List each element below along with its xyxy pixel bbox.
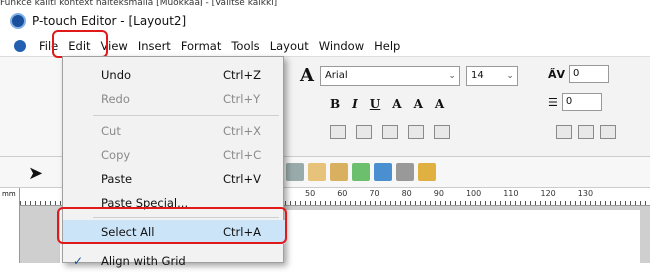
ruler-tick: 70 <box>369 189 380 198</box>
system-menu-icon[interactable] <box>14 40 26 52</box>
copy-icon[interactable] <box>308 163 326 181</box>
ruler-unit: mm <box>2 190 16 198</box>
char-spacing-row: A̋V 0 <box>548 65 610 83</box>
paste-icon[interactable] <box>330 163 348 181</box>
format-buttons: B I U A A A <box>330 97 444 111</box>
menu-item-redo[interactable]: Redo Ctrl+Y <box>63 87 285 111</box>
menu-item-label: Paste <box>101 172 133 186</box>
menu-layout[interactable]: Layout <box>265 36 314 56</box>
line-spacing-icon: ☰ <box>548 95 558 109</box>
font-icon: A <box>300 65 314 86</box>
vertical-text-icon[interactable] <box>434 125 450 139</box>
font-size-value: 14 <box>470 69 484 81</box>
ruler-tick: 130 <box>577 189 594 198</box>
menu-tools[interactable]: Tools <box>226 36 264 56</box>
align-justify-icon[interactable] <box>408 125 424 139</box>
font-name-combo[interactable]: Arial ⌄ <box>319 65 460 86</box>
window-title: P-touch Editor - [Layout2] <box>32 14 187 28</box>
menu-window[interactable]: Window <box>314 36 369 56</box>
menu-item-undo[interactable]: Undo Ctrl+Z <box>63 63 285 87</box>
ruler-tick: 50 <box>305 189 316 198</box>
cut-icon[interactable] <box>286 163 304 181</box>
edit-menu-highlight <box>52 30 108 58</box>
menu-help[interactable]: Help <box>369 36 405 56</box>
outline-button[interactable]: A <box>392 97 401 111</box>
ruler-tick: 60 <box>337 189 348 198</box>
frame-middle-icon[interactable] <box>578 125 594 139</box>
pointer-icon[interactable]: ➤ <box>28 163 43 184</box>
chevron-down-icon: ⌄ <box>506 70 514 81</box>
frame-bottom-icon[interactable] <box>600 125 616 139</box>
menu-format[interactable]: Format <box>176 36 227 56</box>
layout-icon[interactable] <box>396 163 414 181</box>
menu-item-shortcut: Ctrl+V <box>223 172 261 186</box>
menu-item-shortcut: Ctrl+X <box>223 124 261 138</box>
menu-item-label: Cut <box>101 124 121 138</box>
redo-icon[interactable] <box>374 163 392 181</box>
menu-item-label: Undo <box>101 68 132 82</box>
char-spacing-input[interactable]: 0 <box>569 65 610 83</box>
ruler-tick: 80 <box>401 189 412 198</box>
menu-item-label: Align with Grid <box>101 254 186 268</box>
menu-item-paste[interactable]: Paste Ctrl+V <box>63 167 285 191</box>
check-icon: ✓ <box>73 254 84 268</box>
font-row: A Arial ⌄ 14 ⌄ <box>300 65 518 86</box>
grow-font-button[interactable]: A <box>414 97 423 111</box>
ruler-tick: 90 <box>433 189 444 198</box>
menu-item-shortcut: Ctrl+Z <box>223 68 261 82</box>
menu-item-shortcut: Ctrl+Y <box>223 92 261 106</box>
ruler-tick: 100 <box>465 189 482 198</box>
app-icon <box>10 13 26 29</box>
frame-buttons <box>556 125 616 139</box>
left-panel <box>0 57 68 157</box>
ruler-tick-labels: 50 60 70 80 90 100 110 120 130 <box>305 189 593 198</box>
menu-item-copy[interactable]: Copy Ctrl+C <box>63 143 285 167</box>
font-name-value: Arial <box>324 69 348 81</box>
char-spacing-icon: A̋V <box>548 67 566 81</box>
menu-insert[interactable]: Insert <box>133 36 176 56</box>
ruler-tick: 120 <box>540 189 556 198</box>
menu-separator <box>93 115 279 116</box>
menu-item-label: Copy <box>101 148 131 162</box>
vertical-ruler: mm <box>0 188 20 263</box>
font-size-combo[interactable]: 14 ⌄ <box>465 65 518 86</box>
edit-icons <box>286 163 436 181</box>
frame-top-icon[interactable] <box>556 125 572 139</box>
menu-item-label: Redo <box>101 92 130 106</box>
align-buttons <box>330 125 450 139</box>
bold-button[interactable]: B <box>330 97 340 111</box>
menu-item-align-with-grid[interactable]: ✓ Align with Grid <box>63 249 285 273</box>
shrink-font-button[interactable]: A <box>435 97 444 111</box>
menu-item-shortcut: Ctrl+C <box>223 148 262 162</box>
chevron-down-icon: ⌄ <box>448 70 456 81</box>
underline-button[interactable]: U <box>370 97 380 111</box>
align-right-icon[interactable] <box>382 125 398 139</box>
line-spacing-input[interactable]: 0 <box>561 93 602 111</box>
line-spacing-row: ☰ 0 <box>548 93 602 111</box>
menu-item-cut[interactable]: Cut Ctrl+X <box>63 119 285 143</box>
ruler-tick: 110 <box>503 189 519 198</box>
database-icon[interactable] <box>418 163 436 181</box>
align-left-icon[interactable] <box>330 125 346 139</box>
italic-button[interactable]: I <box>352 97 358 111</box>
undo-icon[interactable] <box>352 163 370 181</box>
align-center-icon[interactable] <box>356 125 372 139</box>
select-all-highlight <box>57 207 287 244</box>
